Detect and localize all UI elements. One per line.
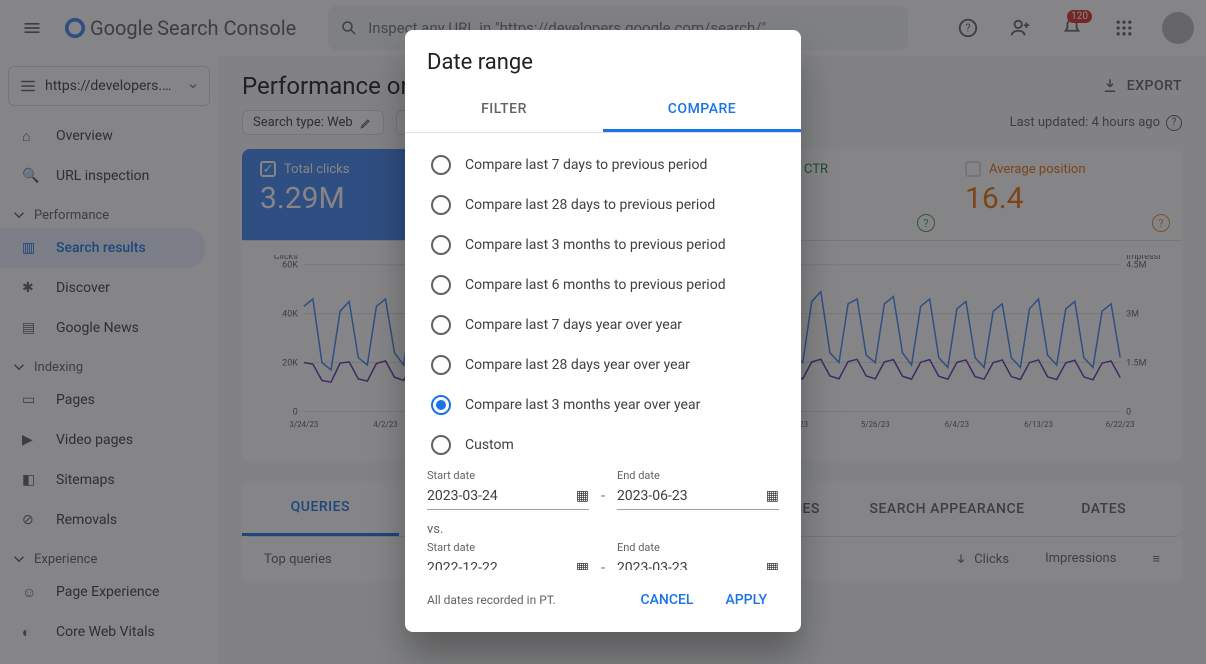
cancel-button[interactable]: CANCEL (629, 584, 706, 616)
range-separator: - (599, 560, 607, 570)
dialog-tab-compare[interactable]: COMPARE (603, 89, 801, 132)
radio-icon (431, 195, 451, 215)
radio-icon (431, 435, 451, 455)
opt-28d-prev[interactable]: Compare last 28 days to previous period (427, 185, 779, 225)
dialog-tab-filter[interactable]: FILTER (405, 89, 603, 132)
opt-7d-prev[interactable]: Compare last 7 days to previous period (427, 145, 779, 185)
compare-options: Compare last 7 days to previous period C… (427, 133, 779, 570)
opt-3m-prev[interactable]: Compare last 3 months to previous period (427, 225, 779, 265)
vs-label: vs. (427, 522, 779, 537)
timezone-note: All dates recorded in PT. (427, 593, 556, 607)
opt-6m-prev[interactable]: Compare last 6 months to previous period (427, 265, 779, 305)
radio-icon (431, 155, 451, 175)
opt-7d-yoy[interactable]: Compare last 7 days year over year (427, 305, 779, 345)
calendar-icon[interactable]: ▦ (576, 560, 589, 571)
calendar-icon[interactable]: ▦ (766, 560, 779, 571)
start-date-1[interactable]: Start date 2023-03-24▦ (427, 469, 589, 510)
radio-icon (431, 355, 451, 375)
calendar-icon[interactable]: ▦ (766, 488, 779, 504)
radio-icon (431, 235, 451, 255)
radio-icon (431, 395, 451, 415)
radio-icon (431, 275, 451, 295)
range-separator: - (599, 488, 607, 510)
modal-scrim[interactable]: Date range FILTER COMPARE Compare last 7… (0, 0, 1206, 664)
apply-button[interactable]: APPLY (713, 584, 779, 616)
dialog-title: Date range (427, 50, 779, 75)
end-date-2[interactable]: End date 2023-03-23▦ (617, 541, 779, 570)
opt-3m-yoy[interactable]: Compare last 3 months year over year (427, 385, 779, 425)
calendar-icon[interactable]: ▦ (576, 488, 589, 504)
date-range-dialog: Date range FILTER COMPARE Compare last 7… (405, 30, 801, 632)
opt-custom[interactable]: Custom (427, 425, 779, 465)
radio-icon (431, 315, 451, 335)
start-date-2[interactable]: Start date 2022-12-22▦ (427, 541, 589, 570)
end-date-1[interactable]: End date 2023-06-23▦ (617, 469, 779, 510)
opt-28d-yoy[interactable]: Compare last 28 days year over year (427, 345, 779, 385)
